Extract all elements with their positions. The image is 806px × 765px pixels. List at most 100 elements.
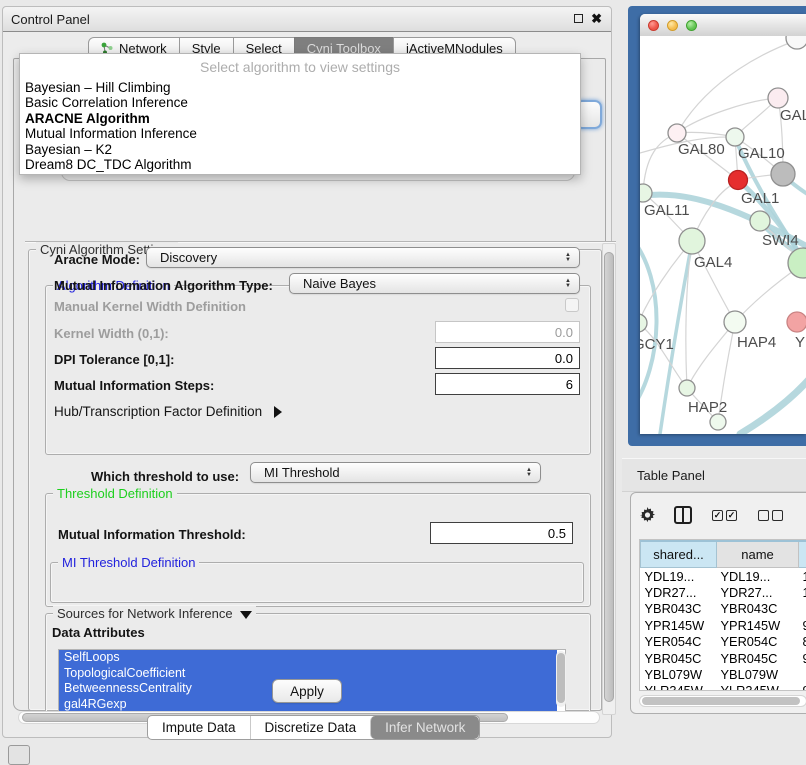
network-edge[interactable]: [687, 322, 735, 388]
table-cell: YER054C: [641, 634, 717, 650]
minimize-traffic-light-icon[interactable]: [667, 20, 678, 31]
algorithm-dropdown: Select algorithm to view settings Bayesi…: [19, 53, 581, 175]
kernel-width-input[interactable]: 0.0: [435, 321, 580, 343]
mi-steps-input[interactable]: 6: [435, 373, 580, 395]
table-row[interactable]: YDR27...YDR27...12: [641, 584, 806, 600]
mi-steps-value: 6: [566, 377, 573, 392]
table-horizontal-scrollbar[interactable]: [639, 695, 806, 707]
network-node-gal[interactable]: [768, 88, 788, 108]
network-canvas[interactable]: GALGAL80GAL10GAL1GAL11SWI4GAL4GCY1HAP4YH…: [640, 36, 806, 434]
table-row[interactable]: YBR043CYBR043C: [641, 601, 806, 617]
network-edge[interactable]: [677, 40, 797, 133]
data-attribute-item[interactable]: SelfLoops: [59, 650, 557, 666]
float-window-icon[interactable]: [574, 14, 583, 23]
network-node-swi4[interactable]: [750, 211, 770, 231]
algorithm-option[interactable]: Mutual Information Inference: [20, 126, 580, 141]
table-cell: YBR045C: [641, 650, 717, 666]
expanded-arrow-icon: [240, 611, 252, 619]
control-panel-window: Control Panel ✖ NetworkStyleSelectCyni T…: [2, 6, 612, 738]
table-cell: YBL079W: [717, 666, 799, 682]
network-node-gal1[interactable]: [729, 171, 748, 190]
network-node-hap4[interactable]: [724, 311, 746, 333]
network-node-gal10[interactable]: [726, 128, 744, 146]
algorithm-option[interactable]: ARACNE Algorithm: [20, 111, 580, 126]
node-label: SWI4: [762, 232, 799, 249]
bottom-tab-impute-data[interactable]: Impute Data: [148, 716, 250, 739]
network-graph: GALGAL80GAL10GAL1GAL11SWI4GAL4GCY1HAP4YH…: [640, 36, 806, 434]
kernel-width-value: 0.0: [555, 325, 573, 340]
column-header-shared...[interactable]: shared...: [641, 541, 717, 568]
node-table[interactable]: shared...name YDL19...YDL19...13YDR27...…: [639, 539, 806, 691]
which-threshold-select[interactable]: MI Threshold ▲▼: [250, 462, 541, 483]
network-node[interactable]: [771, 162, 795, 186]
network-window-frame: GALGAL80GAL10GAL1GAL11SWI4GAL4GCY1HAP4YH…: [628, 6, 806, 446]
table-row[interactable]: YDL19...YDL19...13: [641, 568, 806, 585]
sources-title-text: Sources for Network Inference: [57, 606, 233, 621]
mi-type-select[interactable]: Naive Bayes ▲▼: [289, 273, 580, 294]
table-window: ✓✓ shared...name YDL19...YDL19...13YDR27…: [630, 492, 806, 714]
bottom-tab-infer-network[interactable]: Infer Network: [370, 716, 479, 739]
network-window-titlebar: [640, 14, 806, 37]
minimized-panel-icon[interactable]: [8, 745, 30, 765]
algorithm-option[interactable]: Dream8 DC_TDC Algorithm: [20, 157, 580, 172]
table-cell: 9.: [799, 617, 806, 633]
network-node-gal4[interactable]: [679, 228, 705, 254]
table-cell: YBR045C: [717, 650, 799, 666]
manual-kernel-checkbox[interactable]: [565, 298, 579, 312]
collapsed-arrow-icon: [274, 406, 282, 418]
table-row[interactable]: YBR045CYBR045C9.: [641, 650, 806, 666]
network-node-gal80[interactable]: [668, 124, 686, 142]
table-row[interactable]: YLR345WYLR345W9.: [641, 683, 806, 691]
table-panel-bar: Table Panel: [622, 458, 806, 492]
network-node-y[interactable]: [787, 312, 806, 332]
which-threshold-label: Which threshold to use:: [91, 469, 239, 484]
bottom-tab-discretize-data[interactable]: Discretize Data: [250, 716, 371, 739]
table-cell: YPR145W: [641, 617, 717, 633]
mi-threshold-input[interactable]: 0.5: [430, 522, 573, 544]
close-traffic-light-icon[interactable]: [648, 20, 659, 31]
network-node-gal11[interactable]: [640, 184, 652, 202]
network-node-hap2[interactable]: [679, 380, 695, 396]
table-row[interactable]: YPR145WYPR145W9.: [641, 617, 806, 633]
dpi-tolerance-input[interactable]: 0.0: [435, 347, 580, 369]
algorithm-option[interactable]: Bayesian – K2: [20, 142, 580, 157]
network-edge[interactable]: [740, 366, 806, 434]
vertical-scrollbar-thumb[interactable]: [604, 252, 614, 702]
select-all-checkboxes-icon[interactable]: ✓✓: [712, 510, 740, 521]
network-node[interactable]: [710, 414, 726, 430]
dpi-tolerance-label: DPI Tolerance [0,1]:: [54, 352, 174, 367]
column-header-name[interactable]: name: [717, 541, 799, 568]
algorithm-option[interactable]: Basic Correlation Inference: [20, 95, 580, 110]
node-label: HAP2: [688, 399, 727, 416]
data-attributes-label: Data Attributes: [52, 625, 145, 640]
column-header-extra[interactable]: [799, 541, 806, 568]
network-node[interactable]: [786, 36, 806, 49]
network-edge[interactable]: [677, 98, 778, 133]
zoom-traffic-light-icon[interactable]: [686, 20, 697, 31]
network-edge[interactable]: [643, 133, 677, 193]
node-label: GAL: [780, 107, 806, 124]
table-row[interactable]: YBL079WYBL079W: [641, 666, 806, 682]
table-scrollbar-thumb[interactable]: [642, 697, 800, 705]
columns-icon[interactable]: [674, 506, 692, 524]
node-label: GAL11: [644, 202, 690, 219]
algorithm-option[interactable]: Bayesian – Hill Climbing: [20, 80, 580, 95]
spinner-arrows-icon: ▲▼: [526, 468, 532, 478]
hub-definition-toggle[interactable]: Hub/Transcription Factor Definition: [54, 404, 282, 419]
dropdown-items: Bayesian – Hill ClimbingBasic Correlatio…: [20, 80, 580, 172]
table-cell: YBR043C: [641, 601, 717, 617]
apply-button[interactable]: Apply: [272, 679, 342, 703]
vertical-scrollbar[interactable]: [602, 243, 616, 715]
panel-title: Control Panel: [3, 12, 90, 27]
aracne-mode-select[interactable]: Discovery ▲▼: [146, 247, 580, 268]
mi-threshold-definition-title: MI Threshold Definition: [58, 555, 199, 570]
table-cell: YDR27...: [717, 584, 799, 600]
close-icon[interactable]: ✖: [591, 10, 602, 27]
table-row[interactable]: YER054CYER054C8.: [641, 634, 806, 650]
network-window: GALGAL80GAL10GAL1GAL11SWI4GAL4GCY1HAP4YH…: [640, 14, 806, 434]
deselect-all-checkboxes-icon[interactable]: [758, 510, 786, 521]
node-label: GAL1: [741, 190, 779, 207]
table-cell: 8.: [799, 634, 806, 650]
list-scrollbar[interactable]: [556, 651, 566, 707]
gear-icon[interactable]: [639, 507, 656, 524]
